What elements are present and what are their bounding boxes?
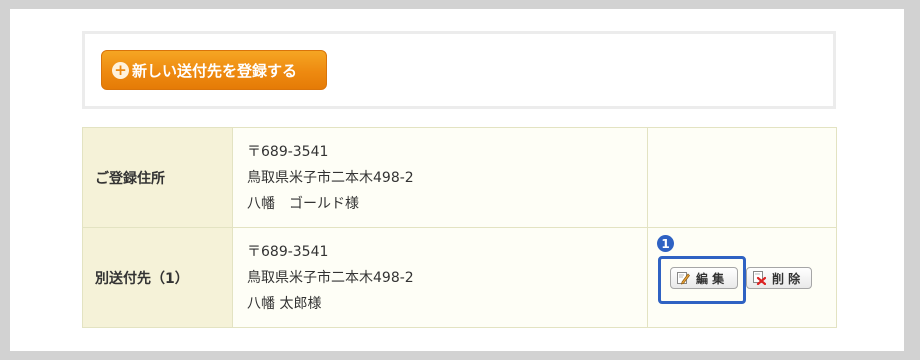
address-table: ご登録住所 〒689-3541 鳥取県米子市二本木498-2 八幡 ゴールド様 … [82,127,837,328]
delete-button[interactable]: 削 除 [746,267,812,289]
edit-button-label: 編 集 [696,271,725,286]
address-cell: 〒689-3541 鳥取県米子市二本木498-2 八幡 ゴールド様 [232,127,648,228]
street-address: 鳥取県米子市二本木498-2 [247,169,414,186]
recipient-name: 八幡 太郎様 [247,295,322,312]
register-section: + 新しい送付先を登録する [82,31,836,109]
register-button-label: 新しい送付先を登録する [132,61,298,80]
row-label: 別送付先（1） [82,227,233,328]
table-row: ご登録住所 〒689-3541 鳥取県米子市二本木498-2 八幡 ゴールド様 [82,127,837,228]
step-badge: 1 [657,235,674,252]
delete-button-label: 削 除 [772,271,801,286]
table-row: 別送付先（1） 〒689-3541 鳥取県米子市二本木498-2 八幡 太郎様 … [82,227,837,328]
main-panel: + 新しい送付先を登録する ご登録住所 〒689-3541 鳥取県米子市二本木4… [10,9,904,351]
pencil-icon [677,271,690,285]
plus-circle-icon: + [112,61,129,79]
actions-cell: 1 編 集 削 除 [647,227,837,328]
postal-code: 〒689-3541 [247,143,329,160]
delete-x-icon [753,271,767,286]
edit-button[interactable]: 編 集 [670,267,738,289]
address-cell: 〒689-3541 鳥取県米子市二本木498-2 八幡 太郎様 [232,227,648,328]
register-new-address-button[interactable]: + 新しい送付先を登録する [101,50,327,90]
street-address: 鳥取県米子市二本木498-2 [247,269,414,286]
postal-code: 〒689-3541 [247,243,329,260]
recipient-name: 八幡 ゴールド様 [247,195,359,212]
actions-cell [647,127,837,228]
row-label: ご登録住所 [82,127,233,228]
